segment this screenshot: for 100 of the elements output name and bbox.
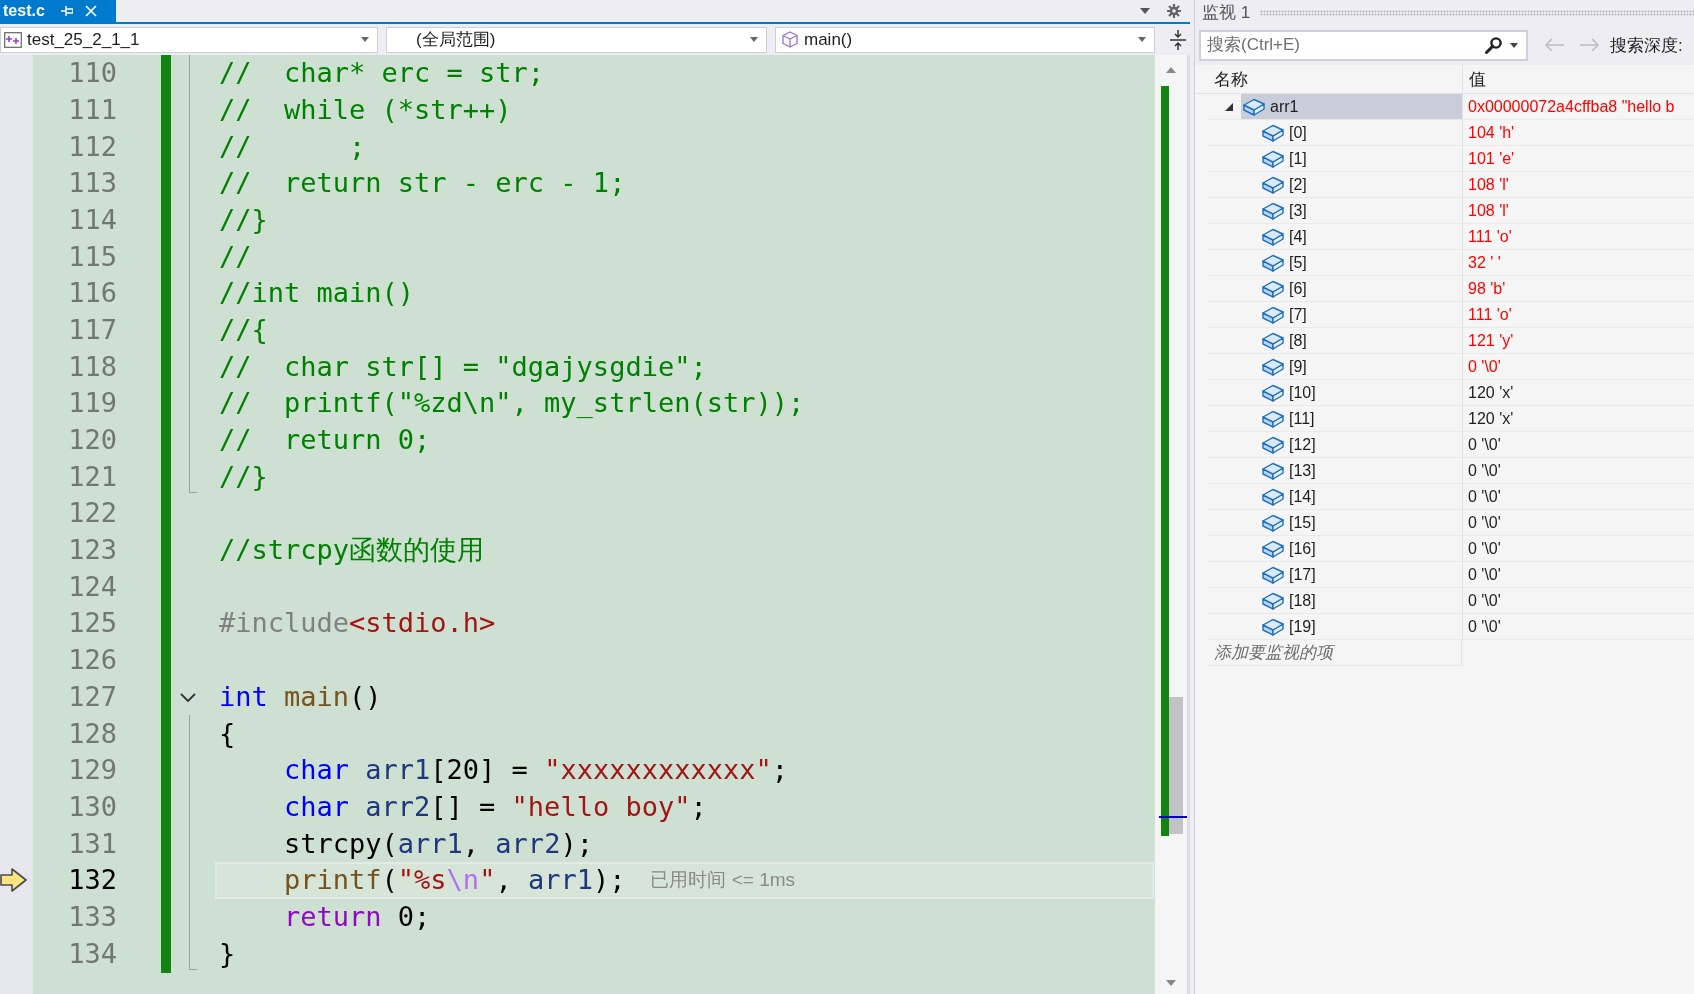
line-number: 132 bbox=[68, 864, 117, 897]
line-number: 113 bbox=[68, 167, 117, 200]
watch-value: 0 '\0' bbox=[1468, 591, 1501, 610]
right-arrow-icon bbox=[0, 868, 27, 893]
cube-icon bbox=[782, 31, 798, 48]
watch-item[interactable]: [19] bbox=[1260, 614, 1462, 639]
code-line: return 0; bbox=[283, 900, 431, 934]
code-line: // return 0; bbox=[219, 424, 431, 457]
add-watch-placeholder[interactable]: 添加要监视的项 bbox=[1214, 641, 1333, 664]
code-line: } bbox=[219, 937, 236, 971]
box-icon bbox=[1262, 305, 1284, 324]
box-icon bbox=[1262, 253, 1284, 272]
code-line: #include<stdio.h> bbox=[219, 607, 496, 640]
line-number: 118 bbox=[68, 350, 117, 384]
scroll-down-icon[interactable] bbox=[1166, 980, 1176, 986]
column-header: 名称 bbox=[1214, 68, 1248, 91]
settings-icon[interactable] bbox=[1167, 4, 1181, 18]
watch-item[interactable]: [4] bbox=[1260, 224, 1462, 249]
watch-value: 120 'x' bbox=[1468, 383, 1514, 402]
watch-item[interactable]: [5] bbox=[1260, 250, 1462, 275]
box-icon bbox=[1262, 409, 1284, 428]
watch-value: 111 'o' bbox=[1468, 227, 1512, 246]
watch-item[interactable]: arr1 bbox=[1241, 94, 1462, 119]
line-number: 129 bbox=[68, 754, 117, 787]
scrollbar-thumb[interactable] bbox=[1169, 697, 1183, 834]
code-line: // while (*str++) bbox=[219, 93, 512, 127]
line-number: 131 bbox=[68, 827, 117, 860]
panel-title: 监视 1 bbox=[1202, 2, 1251, 24]
watch-value: 101 'e' bbox=[1468, 149, 1515, 168]
line-number: 128 bbox=[68, 717, 117, 750]
watch-item[interactable]: [11] bbox=[1260, 406, 1462, 431]
watch-item[interactable]: [9] bbox=[1260, 354, 1462, 379]
watch-item[interactable]: [1] bbox=[1260, 146, 1462, 171]
outline-guide-end bbox=[189, 935, 197, 970]
scope-dropdown[interactable]: (全局范围) bbox=[386, 26, 767, 53]
watch-item[interactable]: [17] bbox=[1260, 562, 1462, 587]
watch-item[interactable]: [7] bbox=[1260, 302, 1462, 327]
code-line: //} bbox=[219, 203, 268, 237]
watch-value: 120 'x' bbox=[1468, 409, 1514, 428]
caret-icon[interactable] bbox=[1510, 42, 1518, 48]
box-icon bbox=[1243, 97, 1265, 116]
expand-triangle-icon[interactable] bbox=[1225, 102, 1233, 111]
watch-item[interactable]: [3] bbox=[1260, 198, 1462, 223]
project-dropdown[interactable]: test_25_2_1_1 bbox=[0, 26, 378, 53]
watch-item[interactable]: [8] bbox=[1260, 328, 1462, 353]
watch-item[interactable]: [0] bbox=[1260, 120, 1462, 145]
watch-value: 32 ' ' bbox=[1468, 253, 1501, 272]
watch-item[interactable]: [18] bbox=[1260, 588, 1462, 613]
watch-value: 0 '\0' bbox=[1468, 357, 1501, 376]
watch-value: 98 'b' bbox=[1468, 279, 1506, 298]
pin-icon[interactable] bbox=[60, 6, 73, 16]
scroll-up-icon[interactable] bbox=[1166, 67, 1176, 73]
watch-item[interactable]: [13] bbox=[1260, 458, 1462, 483]
code-line: // printf("%zd\n", my_strlen(str)); bbox=[219, 387, 805, 420]
search-icon[interactable] bbox=[1485, 36, 1502, 54]
line-number: 124 bbox=[68, 570, 117, 604]
code-line: char arr1[20] = "xxxxxxxxxxxx"; bbox=[283, 754, 788, 787]
watch-item[interactable]: [12] bbox=[1260, 432, 1462, 457]
search-field[interactable]: 搜索(Ctrl+E) bbox=[1199, 29, 1528, 61]
code-line: // char* erc = str; bbox=[219, 57, 545, 90]
watch-value: 111 'o' bbox=[1468, 305, 1512, 324]
box-icon bbox=[1262, 513, 1284, 532]
box-icon bbox=[1262, 279, 1284, 298]
line-number: 130 bbox=[68, 790, 117, 824]
box-icon bbox=[1262, 201, 1284, 220]
watch-item[interactable]: [14] bbox=[1260, 484, 1462, 509]
watch-value: 0 '\0' bbox=[1468, 539, 1501, 558]
watch-value: 0 '\0' bbox=[1468, 617, 1501, 636]
box-icon bbox=[1262, 617, 1284, 636]
line-number: 125 bbox=[68, 607, 117, 640]
caret-icon[interactable] bbox=[361, 37, 369, 42]
search-depth-label: 搜索深度: bbox=[1610, 34, 1683, 57]
watch-value: 108 'l' bbox=[1468, 201, 1509, 220]
chevron-down-icon[interactable] bbox=[180, 692, 196, 702]
elapsed-time-hint: 已用时间 <= 1ms bbox=[650, 868, 796, 893]
split-icon[interactable] bbox=[1170, 29, 1186, 50]
box-icon bbox=[1262, 123, 1284, 142]
file-tab[interactable]: test.c bbox=[0, 0, 116, 22]
caret-icon[interactable] bbox=[750, 37, 758, 42]
watch-value: 108 'l' bbox=[1468, 175, 1509, 194]
dropdown-caret-icon[interactable] bbox=[1140, 8, 1150, 14]
watch-item[interactable]: [6] bbox=[1260, 276, 1462, 301]
line-number: 121 bbox=[68, 460, 117, 494]
code-line: printf("%s\n", arr1); bbox=[283, 864, 626, 897]
line-number: 114 bbox=[68, 203, 117, 237]
box-icon bbox=[1262, 175, 1284, 194]
caret-position-marker bbox=[1159, 816, 1187, 818]
caret-icon[interactable] bbox=[1138, 37, 1146, 42]
column-header: 值 bbox=[1469, 68, 1486, 91]
watch-item[interactable]: [16] bbox=[1260, 536, 1462, 561]
line-number: 115 bbox=[68, 240, 117, 273]
code-line: // ; bbox=[219, 130, 366, 163]
close-icon[interactable] bbox=[84, 5, 97, 17]
line-number: 134 bbox=[68, 937, 117, 971]
box-icon bbox=[1262, 383, 1284, 402]
watch-item[interactable]: [10] bbox=[1260, 380, 1462, 405]
member-dropdown[interactable]: main() bbox=[775, 26, 1155, 53]
drag-grip[interactable] bbox=[1260, 9, 1694, 16]
watch-item[interactable]: [15] bbox=[1260, 510, 1462, 535]
watch-item[interactable]: [2] bbox=[1260, 172, 1462, 197]
